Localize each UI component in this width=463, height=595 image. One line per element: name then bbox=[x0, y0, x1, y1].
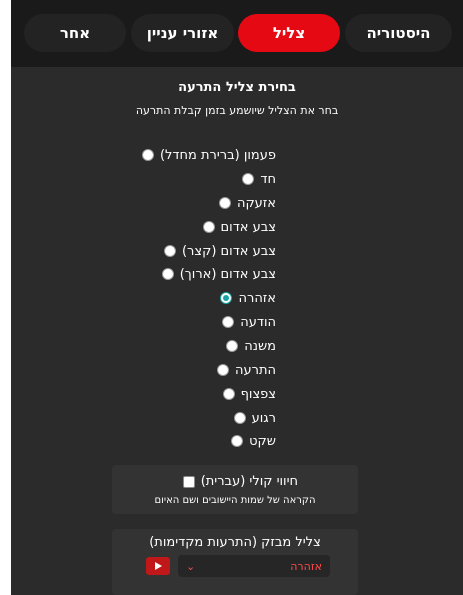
sound-option[interactable]: רגוע bbox=[233, 408, 276, 428]
sound-option-label: שקט bbox=[249, 433, 276, 449]
sound-option[interactable]: אזעקה bbox=[218, 193, 276, 213]
tab-bar: היסטוריה צליל אזורי עניין אחר bbox=[11, 0, 463, 67]
tab-sound[interactable]: צליל bbox=[238, 14, 340, 52]
sound-option-label: צבע אדום bbox=[220, 219, 276, 235]
sound-option[interactable]: צבע אדום bbox=[202, 217, 276, 237]
sound-option[interactable]: אזהרה bbox=[220, 288, 276, 308]
sound-option-label: צבע אדום (קצר) bbox=[181, 243, 276, 259]
radio-button[interactable] bbox=[202, 221, 215, 233]
sound-option-label: התרעה bbox=[234, 362, 276, 378]
sound-option[interactable]: חד bbox=[242, 169, 276, 189]
play-button[interactable] bbox=[146, 557, 170, 575]
radio-button[interactable] bbox=[222, 316, 235, 328]
panel-subtitle: בחר את הצליל שיושמע בזמן קבלת התרעה bbox=[135, 104, 339, 117]
radio-button[interactable] bbox=[216, 364, 229, 376]
tab-other[interactable]: אחר bbox=[24, 14, 126, 52]
radio-button[interactable] bbox=[222, 388, 235, 400]
radio-button[interactable] bbox=[231, 435, 244, 447]
voice-checkbox[interactable] bbox=[182, 475, 195, 488]
voice-label: חיווי קולי (עברית) bbox=[200, 474, 298, 489]
radio-button-selected[interactable] bbox=[220, 292, 233, 304]
sound-option-label: פעמון (ברירת מחדל) bbox=[159, 147, 276, 163]
tab-areas-of-interest[interactable]: אזורי עניין bbox=[131, 14, 234, 52]
sound-option-label: אזעקה bbox=[236, 195, 276, 211]
sound-option-label: אזהרה bbox=[238, 290, 276, 306]
flash-sound-select[interactable]: ⌄ אזהרה bbox=[178, 555, 330, 577]
tab-history[interactable]: היסטוריה bbox=[345, 14, 452, 52]
radio-button[interactable] bbox=[141, 149, 154, 161]
flash-sound-card: צליל מבזק (התרעות מקדימות) ⌄ אזהרה bbox=[112, 529, 358, 595]
sound-option[interactable]: התרעה bbox=[216, 360, 276, 380]
sound-option[interactable]: שקט bbox=[231, 431, 276, 451]
play-icon bbox=[155, 562, 162, 570]
radio-button[interactable] bbox=[218, 197, 231, 209]
sound-option-label: רגוע bbox=[251, 410, 276, 426]
flash-sound-title: צליל מבזק (התרעות מקדימות) bbox=[149, 535, 321, 550]
voice-announcement-card: חיווי קולי (עברית) הקראה של שמות היישובי… bbox=[112, 465, 358, 514]
sound-option[interactable]: הודעה bbox=[222, 312, 276, 332]
chevron-down-icon: ⌄ bbox=[186, 559, 196, 573]
sound-option-label: צפצוף bbox=[240, 386, 276, 402]
sound-option[interactable]: צבע אדום (ארוך) bbox=[161, 264, 276, 284]
voice-announcement-toggle[interactable]: חיווי קולי (עברית) bbox=[182, 474, 298, 489]
select-value: אזהרה bbox=[290, 559, 322, 573]
sound-option[interactable]: צבע אדום (קצר) bbox=[163, 241, 276, 261]
sound-option-label: חד bbox=[260, 171, 276, 187]
radio-button[interactable] bbox=[233, 412, 246, 424]
radio-button[interactable] bbox=[163, 245, 176, 257]
panel-title: בחירת צליל התרעה bbox=[178, 80, 296, 95]
voice-description: הקראה של שמות היישובים ושם האיום bbox=[154, 495, 316, 506]
sound-option-label: צבע אדום (ארוך) bbox=[179, 266, 276, 282]
sound-option[interactable]: צפצוף bbox=[222, 384, 276, 404]
sound-option[interactable]: פעמון (ברירת מחדל) bbox=[141, 145, 276, 165]
sound-option[interactable]: משנה bbox=[226, 336, 276, 356]
settings-panel: היסטוריה צליל אזורי עניין אחר בחירת צליל… bbox=[11, 0, 463, 595]
sound-option-label: משנה bbox=[244, 338, 276, 354]
radio-button[interactable] bbox=[161, 268, 174, 280]
radio-button[interactable] bbox=[242, 173, 255, 185]
radio-button[interactable] bbox=[226, 340, 239, 352]
sound-option-label: הודעה bbox=[240, 314, 276, 330]
